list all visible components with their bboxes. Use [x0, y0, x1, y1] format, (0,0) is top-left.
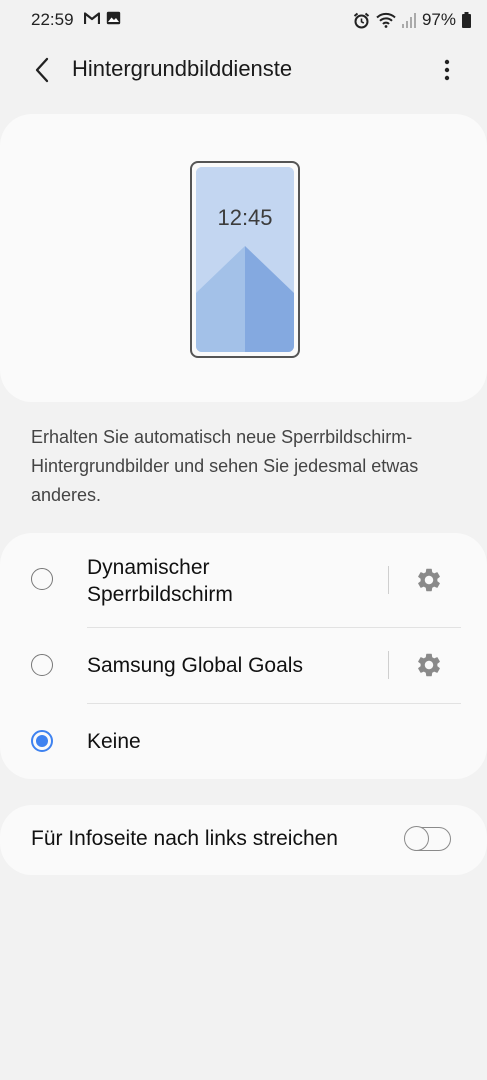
swipe-info-toggle[interactable]	[404, 826, 451, 851]
phone-preview-illustration: 12:45	[190, 161, 300, 358]
wallpaper-service-options: Dynamischer Sperrbildschirm Samsung Glob…	[0, 533, 487, 779]
phone-screen: 12:45	[196, 167, 294, 352]
signal-icon	[401, 12, 416, 28]
option-label: Dynamischer Sperrbildschirm	[87, 556, 233, 606]
option-dynamic-lockscreen[interactable]: Dynamischer Sperrbildschirm	[0, 533, 487, 627]
battery-percent: 97%	[421, 10, 456, 29]
vertical-divider	[388, 651, 389, 679]
settings-gear-icon[interactable]	[415, 651, 443, 679]
option-samsung-global-goals[interactable]: Samsung Global Goals	[0, 628, 487, 703]
radio-none[interactable]	[31, 730, 53, 752]
description-text: Erhalten Sie automatisch neue Sperrbilds…	[31, 427, 419, 505]
more-vert-icon	[444, 59, 450, 81]
status-bar: 22:59 97%	[0, 0, 487, 40]
settings-gear-icon[interactable]	[415, 566, 443, 594]
wallpaper-preview-card: 12:45	[0, 114, 487, 402]
radio-dynamic-lockscreen[interactable]	[31, 568, 53, 590]
status-time: 22:59	[31, 10, 74, 29]
toggle-knob	[404, 826, 429, 851]
wifi-icon	[376, 12, 396, 28]
battery-icon	[462, 12, 471, 28]
option-none[interactable]: Keine	[0, 704, 487, 779]
back-button[interactable]	[24, 52, 60, 88]
back-arrow-icon	[35, 57, 49, 83]
preview-clock: 12:45	[217, 205, 273, 230]
alarm-icon	[353, 12, 370, 28]
swipe-setting-label: Für Infoseite nach links streichen	[31, 827, 338, 850]
wallpaper-mountain-illustration	[196, 167, 294, 352]
page-title: Hintergrundbilddienste	[72, 56, 293, 81]
swipe-info-page-setting[interactable]: Für Infoseite nach links streichen	[0, 805, 487, 875]
option-label: Keine	[87, 730, 141, 753]
gallery-icon	[106, 11, 121, 25]
vertical-divider	[388, 566, 389, 594]
option-label: Samsung Global Goals	[87, 654, 303, 677]
radio-samsung-global-goals[interactable]	[31, 654, 53, 676]
app-bar: Hintergrundbilddienste	[0, 40, 487, 100]
gmail-icon	[84, 11, 100, 24]
more-options-button[interactable]	[433, 52, 461, 88]
